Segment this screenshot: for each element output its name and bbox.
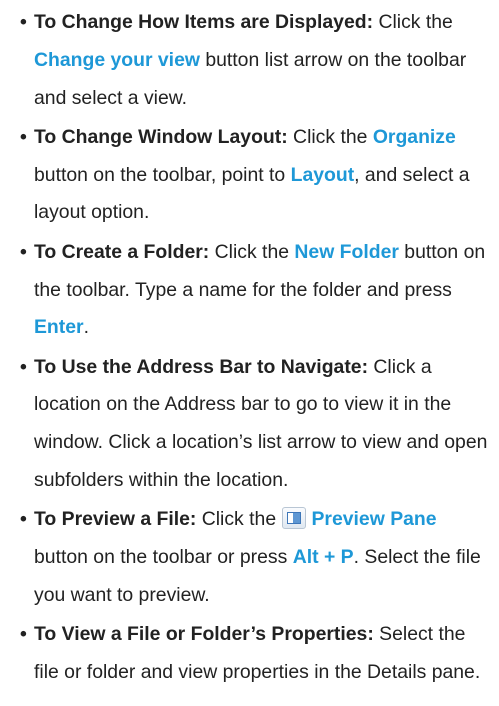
instruction-list: • To Change How Items are Displayed: Cli… (20, 4, 490, 693)
item-text: button on the toolbar, point to (34, 163, 291, 186)
keyword-new-folder: New Folder (294, 240, 399, 263)
item-text: Click the (209, 240, 295, 263)
list-item-properties: • To View a File or Folder’s Properties:… (20, 616, 490, 692)
item-text: button on the toolbar or press (34, 546, 293, 569)
list-item-address-bar: • To Use the Address Bar to Navigate: Cl… (20, 349, 490, 500)
keyword-organize: Organize (372, 125, 456, 148)
item-text: Click the (373, 11, 453, 33)
item-lead: To Change Window Layout: (34, 125, 288, 148)
keyword-enter: Enter (34, 316, 84, 339)
item-lead: To Create a Folder: (34, 240, 210, 263)
item-lead: To Preview a File: (34, 508, 197, 531)
item-text: Click the (287, 125, 373, 148)
item-lead: To Use the Address Bar to Navigate: (34, 355, 369, 378)
preview-pane-icon (281, 507, 306, 530)
item-text: Click the (196, 508, 282, 531)
item-text: . (83, 316, 89, 339)
list-item-create-folder: • To Create a Folder: Click the New Fold… (20, 234, 490, 347)
bullet: • (20, 11, 27, 33)
keyword-alt-p: Alt + P (292, 546, 354, 569)
list-item-window-layout: • To Change Window Layout: Click the Org… (20, 119, 490, 232)
bullet: • (20, 125, 27, 148)
item-lead: To View a File or Folder’s Properties: (34, 623, 374, 646)
bullet: • (20, 623, 27, 646)
keyword-change-your-view: Change your view (34, 48, 200, 71)
keyword-preview-pane: Preview Pane (311, 508, 437, 531)
item-lead: To Change How Items are Displayed: (34, 11, 374, 33)
keyword-layout: Layout (290, 163, 355, 186)
bullet: • (20, 508, 27, 531)
bullet: • (20, 240, 27, 263)
bullet: • (20, 355, 27, 378)
list-item-preview-file: • To Preview a File: Click the Preview P… (20, 501, 490, 614)
list-item-change-view: • To Change How Items are Displayed: Cli… (20, 4, 490, 117)
